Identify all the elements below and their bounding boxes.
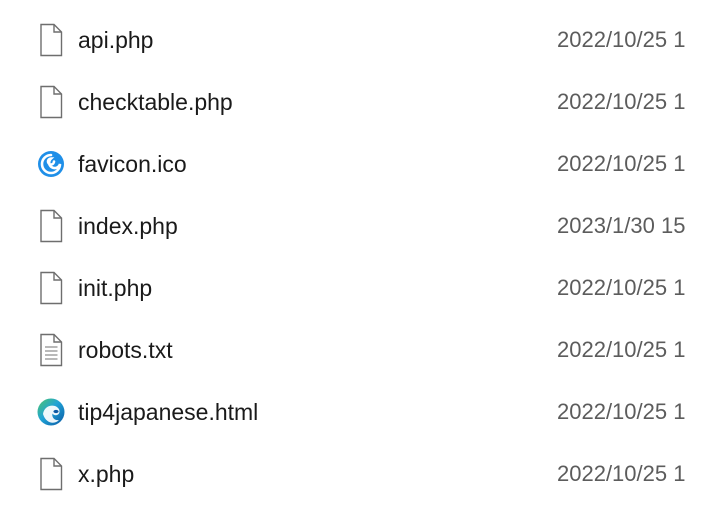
file-modified-date: 2022/10/25 1 [557,461,686,486]
file-list: api.php 2022/10/25 1 checktable.php 2022… [0,0,710,510]
file-row-index-php[interactable]: index.php 2023/1/30 15 [0,195,710,257]
file-modified-date: 2022/10/25 1 [557,337,686,362]
file-name: checktable.php [78,89,233,115]
file-modified-date: 2023/1/30 15 [557,213,686,238]
file-modified-date: 2022/10/25 1 [557,275,686,300]
file-name: init.php [78,275,153,301]
file-name: index.php [78,213,178,239]
file-row-api-php[interactable]: api.php 2022/10/25 1 [0,9,710,71]
file-modified-date: 2022/10/25 1 [557,151,686,176]
favicon-icon [38,151,64,177]
blank-file-icon [40,209,63,243]
file-row-checktable-php[interactable]: checktable.php 2022/10/25 1 [0,71,710,133]
file-name: tip4japanese.html [78,399,259,425]
file-row-favicon-ico[interactable]: favicon.ico 2022/10/25 1 [0,133,710,195]
file-name: x.php [78,461,135,487]
blank-file-icon [40,23,63,57]
blank-file-icon [40,85,63,119]
blank-file-icon [40,457,63,491]
file-row-tip4japanese-html[interactable]: tip4japanese.html 2022/10/25 1 [0,381,710,443]
file-row-robots-txt[interactable]: robots.txt 2022/10/25 1 [0,319,710,381]
file-name: robots.txt [78,337,173,363]
file-row-x-php[interactable]: x.php 2022/10/25 1 [0,443,710,505]
blank-file-icon [40,271,63,305]
file-name: favicon.ico [78,151,187,177]
edge-browser-icon [37,398,65,426]
file-modified-date: 2022/10/25 1 [557,27,686,52]
file-modified-date: 2022/10/25 1 [557,89,686,114]
file-modified-date: 2022/10/25 1 [557,399,686,424]
text-file-icon [40,333,63,367]
file-name: api.php [78,27,154,53]
file-row-init-php[interactable]: init.php 2022/10/25 1 [0,257,710,319]
